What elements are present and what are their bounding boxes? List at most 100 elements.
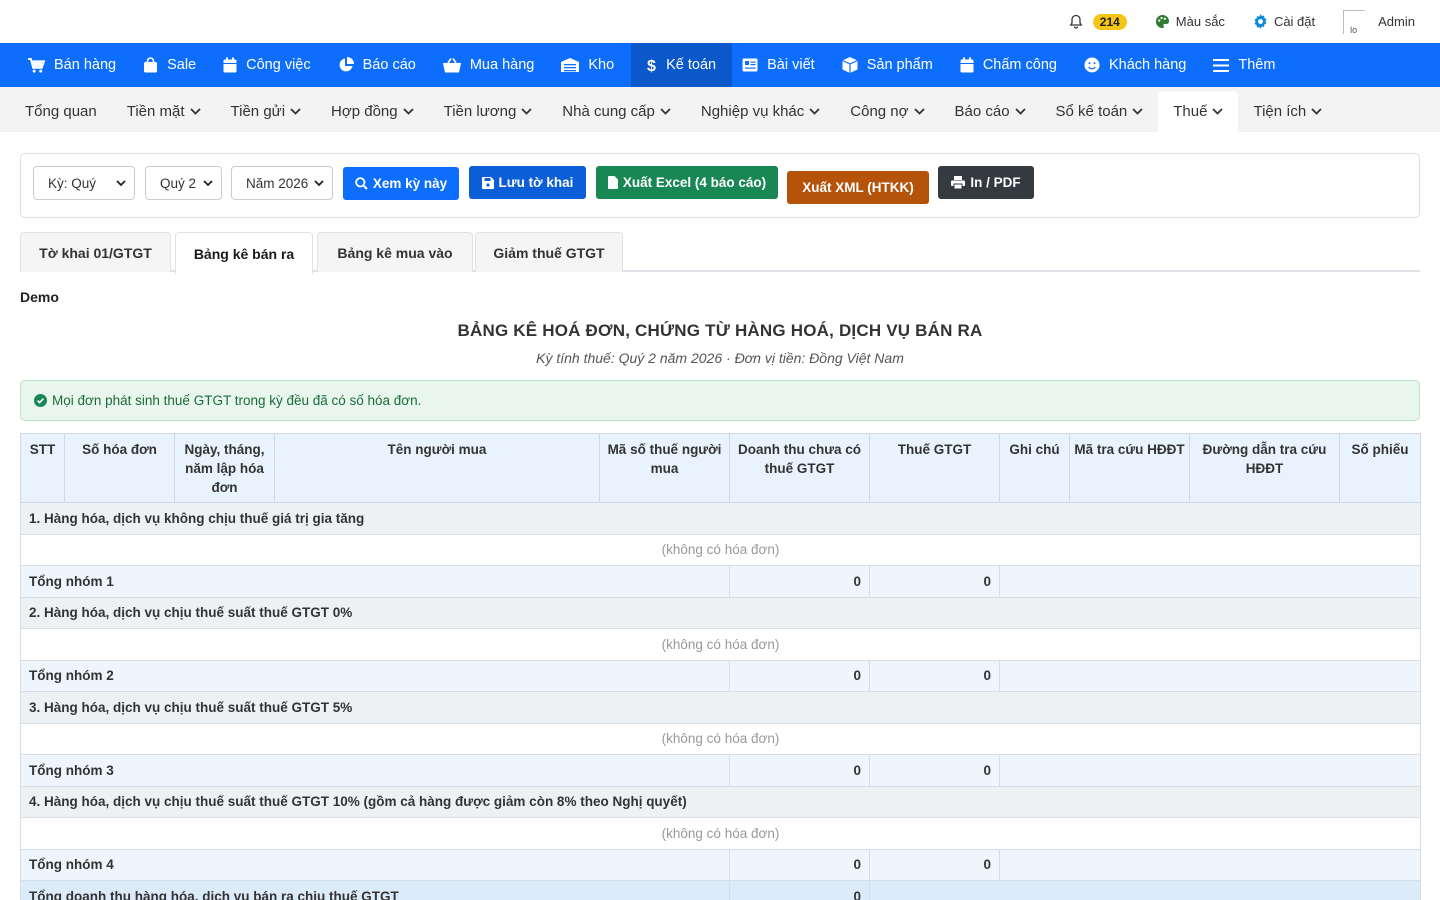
group-total-row: Tổng nhóm 300 [20, 754, 1421, 787]
file-icon [607, 176, 618, 189]
export-excel-button[interactable]: Xuất Excel (4 báo cáo) [596, 166, 778, 199]
subnav-tien-mat[interactable]: Tiền mặt [112, 91, 216, 132]
grand-total-row: Tổng doanh thu hàng hóa, dịch vụ bán ra … [20, 880, 1421, 900]
printer-icon [951, 176, 966, 189]
search-icon [355, 177, 368, 190]
report-title: BẢNG KÊ HOÁ ĐƠN, CHỨNG TỪ HÀNG HOÁ, DỊCH… [457, 321, 983, 340]
subnav-so-ke-toan[interactable]: Sổ kế toán [1041, 91, 1159, 132]
nav-sale[interactable]: Sale [133, 43, 213, 87]
subnav-nghiep-vu-khac[interactable]: Nghiệp vụ khác [686, 91, 835, 132]
save-declaration-button[interactable]: Lưu tờ khai [469, 166, 586, 199]
box-icon [841, 57, 858, 73]
chevron-down-icon [913, 108, 925, 115]
article-icon [742, 58, 758, 72]
nav-mua-hang[interactable]: Mua hàng [433, 43, 552, 87]
subnav-hop-dong[interactable]: Hợp đồng [316, 91, 429, 132]
subnav-label: Công nợ [850, 103, 909, 120]
settings-button[interactable]: Cài đặt [1253, 14, 1315, 29]
group-row: 1. Hàng hóa, dịch vụ không chịu thuế giá… [20, 502, 1421, 535]
empty-row: (không có hóa đơn) [20, 722, 1421, 755]
nav-label: Công việc [246, 57, 311, 73]
tab-bang-ke-mua-vao[interactable]: Bảng kê mua vào [317, 232, 473, 272]
tab-label: Bảng kê mua vào [337, 244, 453, 261]
gear-icon [1254, 14, 1267, 29]
report-subtitle: Kỳ tính thuế: Quý 2 năm 2026 · Đơn vị ti… [536, 350, 904, 366]
group-total-revenue: 0 [729, 754, 870, 787]
subnav-tong-quan[interactable]: Tổng quan [10, 91, 112, 132]
nav-cham-cong[interactable]: Chấm công [950, 43, 1074, 87]
col-header: Mã số thuế người mua [599, 433, 730, 503]
tab-to-khai-01-gtgt[interactable]: Tờ khai 01/GTGT [20, 232, 171, 272]
subnav-label: Tiền gửi [230, 103, 286, 120]
nav-bao-cao[interactable]: Báo cáo [328, 43, 433, 87]
color-theme-label: Màu sắc [1175, 14, 1225, 29]
print-pdf-label: In / PDF [970, 175, 1021, 190]
group-total-row: Tổng nhóm 100 [20, 565, 1421, 598]
chevron-down-icon [314, 180, 324, 186]
export-xml-label: Xuất XML (HTKK) [802, 180, 914, 195]
year-select[interactable]: Năm 2026 [231, 166, 333, 200]
nav-khach-hang[interactable]: Khách hàng [1074, 43, 1203, 87]
subnav-tien-gui[interactable]: Tiền gửi [216, 91, 317, 132]
content-area: Kỳ: Quý Quý 2 Năm 2026 Xem kỳ này Lưu tờ… [10, 132, 1430, 900]
tab-giam-thue-gtgt[interactable]: Giảm thuế GTGT [475, 232, 623, 272]
nav-label: Sale [167, 57, 197, 73]
chevron-down-icon [660, 108, 671, 115]
subnav-tien-luong[interactable]: Tiền lương [429, 91, 548, 132]
group-total-tax: 0 [869, 848, 1000, 881]
empty-text: (không có hóa đơn) [20, 722, 1421, 755]
dollar-icon: $ [647, 58, 656, 73]
nav-ke-toan[interactable]: $ Kế toán [631, 43, 733, 87]
tab-label: Tờ khai 01/GTGT [39, 244, 152, 261]
group-title: 3. Hàng hóa, dịch vụ chịu thuế suất thuế… [20, 691, 1421, 724]
subnav-label: Tiện ích [1253, 103, 1307, 120]
nav-them[interactable]: Thêm [1203, 43, 1292, 87]
nav-label: Bán hàng [54, 57, 117, 73]
subnav-label: Nhà cung cấp [562, 103, 655, 120]
subnav-nha-cung-cap[interactable]: Nhà cung cấp [547, 91, 686, 132]
nav-label: Bài viết [767, 57, 815, 73]
tab-bang-ke-ban-ra[interactable]: Bảng kê bán ra [175, 232, 313, 274]
empty-row: (không có hóa đơn) [20, 533, 1421, 566]
col-header: Tên người mua [274, 433, 600, 503]
group-total-label: Tổng nhóm 3 [20, 754, 730, 787]
subnav-thue[interactable]: Thuế [1158, 91, 1239, 132]
cart-icon [28, 57, 45, 73]
export-xml-button[interactable]: Xuất XML (HTKK) [787, 171, 929, 204]
view-period-button[interactable]: Xem kỳ này [343, 167, 459, 200]
subnav-label: Tổng quan [25, 103, 97, 120]
user-menu[interactable]: lo Admin [1343, 9, 1415, 34]
subnav-tien-ich[interactable]: Tiện ích [1238, 91, 1337, 132]
col-header: Số hóa đơn [64, 433, 175, 503]
nav-kho[interactable]: Kho [551, 43, 631, 87]
subnav-label: Tiền mặt [126, 103, 185, 120]
period-type-select[interactable]: Kỳ: Quý [33, 166, 135, 200]
col-header: Số phiếu [1339, 433, 1421, 503]
smile-icon [1084, 57, 1100, 73]
col-header: Doanh thu chưa có thuế GTGT [729, 433, 870, 503]
empty-text: (không có hóa đơn) [20, 533, 1421, 566]
notification-button[interactable]: 214 [1069, 13, 1127, 30]
nav-ban-hang[interactable]: Bán hàng [18, 43, 133, 87]
nav-cong-viec[interactable]: Công việc [213, 43, 327, 87]
nav-label: Báo cáo [362, 57, 416, 73]
menu-icon [1213, 58, 1230, 72]
nav-san-pham[interactable]: Sản phẩm [832, 43, 950, 87]
calendar-icon [223, 57, 237, 73]
color-theme-button[interactable]: Màu sắc [1155, 14, 1225, 29]
basket-icon [442, 57, 461, 72]
quarter-select[interactable]: Quý 2 [145, 166, 222, 200]
grand-total-blank [869, 880, 1421, 900]
sub-nav: Tổng quan Tiền mặt Tiền gửi Hợp đồng Tiề… [0, 87, 1440, 132]
group-total-row: Tổng nhóm 400 [20, 848, 1421, 881]
group-total-tax: 0 [869, 565, 1000, 598]
subnav-cong-no[interactable]: Công nợ [835, 91, 939, 132]
chevron-down-icon [1311, 108, 1322, 115]
subnav-bao-cao[interactable]: Báo cáo [940, 91, 1041, 132]
nav-bai-viet[interactable]: Bài viết [732, 43, 832, 87]
sales-invoice-table: STT Số hóa đơn Ngày, tháng, năm lập hóa … [20, 433, 1421, 900]
warehouse-icon [561, 58, 580, 72]
print-pdf-button[interactable]: In / PDF [938, 166, 1034, 199]
subnav-label: Báo cáo [954, 103, 1010, 120]
group-total-blank [999, 848, 1421, 881]
